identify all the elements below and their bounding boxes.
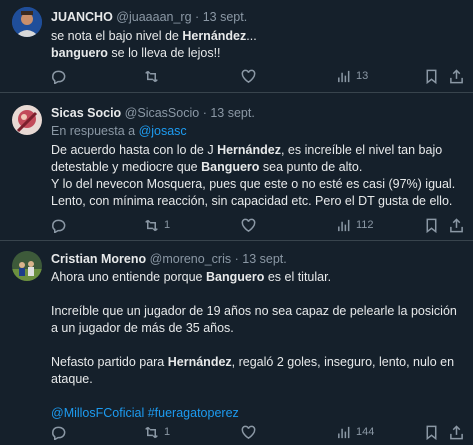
retweet-button[interactable]: 1 xyxy=(144,423,170,441)
text-segment: , es increíble el nivel tan bajo xyxy=(280,143,443,157)
reply-button[interactable] xyxy=(51,67,71,85)
bookmark-icon xyxy=(426,425,437,440)
highlight-text: Hernández xyxy=(217,143,281,157)
text-segment: es el titular. xyxy=(264,270,332,284)
timestamp[interactable]: 13 sept. xyxy=(210,106,254,120)
avatar[interactable] xyxy=(12,7,42,37)
share-button[interactable] xyxy=(449,67,464,85)
tweet-feed: JUANCHO @juaaaan_rg · 13 sept. se nota e… xyxy=(0,0,473,445)
reply-button[interactable] xyxy=(51,423,71,441)
tweet-text: Ahora uno entiende porque Banguero es el… xyxy=(51,269,465,422)
bookmark-button[interactable] xyxy=(424,423,439,441)
text-paragraph: Increíble que un jugador de 19 años no s… xyxy=(51,304,457,335)
views-icon xyxy=(338,219,350,231)
display-name[interactable]: Cristian Moreno xyxy=(51,252,146,266)
retweet-icon xyxy=(145,70,158,82)
text-segment: Nefasto partido para xyxy=(51,355,168,369)
views-count: 112 xyxy=(356,219,374,231)
display-name[interactable]: JUANCHO xyxy=(51,10,113,24)
tweet-actions: 1 144 xyxy=(51,423,465,441)
reply-label: En respuesta a xyxy=(51,124,139,138)
bookmark-button[interactable] xyxy=(424,216,439,234)
separator-dot: · xyxy=(202,106,207,120)
tweet-cristian-moreno[interactable]: Cristian Moreno @moreno_cris · 13 sept. … xyxy=(0,241,473,445)
share-button[interactable] xyxy=(449,216,464,234)
highlight-text: Hernández xyxy=(182,29,247,43)
tweet-actions: 13 xyxy=(51,67,465,85)
share-button[interactable] xyxy=(449,423,464,441)
retweet-icon xyxy=(145,219,158,231)
display-name[interactable]: Sicas Socio xyxy=(51,106,121,120)
avatar[interactable] xyxy=(12,105,42,135)
views-button[interactable]: 112 xyxy=(336,216,374,234)
share-icon xyxy=(450,424,463,439)
views-icon xyxy=(338,70,350,82)
avatar[interactable] xyxy=(12,251,42,281)
text-segment: se lo lleva de lejos!! xyxy=(107,46,221,60)
retweet-count: 1 xyxy=(164,426,171,438)
text-segment: detestable y mediocre que xyxy=(51,160,202,174)
tweet-header: JUANCHO @juaaaan_rg · 13 sept. xyxy=(51,10,247,25)
text-segment: sea punto de alto. xyxy=(259,160,363,174)
highlight-text: banguero xyxy=(51,46,108,60)
tweet-text: De acuerdo hasta con lo de J Hernández, … xyxy=(51,142,465,210)
share-icon xyxy=(450,217,463,232)
views-icon xyxy=(338,426,350,438)
like-button[interactable] xyxy=(241,423,261,441)
reply-icon xyxy=(52,426,66,440)
mentions-hashtags[interactable]: @MillosFCoficial #fueragatoperez xyxy=(51,405,465,422)
text-segment: ... xyxy=(246,29,257,43)
user-handle[interactable]: @juaaaan_rg xyxy=(116,10,191,24)
text-line: Y lo del nevecon Mosquera, pues que este… xyxy=(51,177,456,191)
text-segment: Ahora uno entiende porque xyxy=(51,270,206,284)
retweet-count: 1 xyxy=(164,219,171,231)
user-handle[interactable]: @SicasSocio xyxy=(125,106,200,120)
like-button[interactable] xyxy=(241,67,261,85)
like-icon xyxy=(241,218,256,232)
text-segment: se nota el bajo nivel de xyxy=(51,29,183,43)
retweet-button[interactable]: 1 xyxy=(144,216,170,234)
bookmark-icon xyxy=(426,69,437,84)
retweet-icon xyxy=(145,426,158,438)
highlight-text: Banguero xyxy=(201,160,260,174)
user-handle[interactable]: @moreno_cris xyxy=(150,252,231,266)
highlight-text: Hernández xyxy=(167,355,232,369)
highlight-text: Banguero xyxy=(206,270,265,284)
tweet-juancho[interactable]: JUANCHO @juaaaan_rg · 13 sept. se nota e… xyxy=(0,0,473,92)
views-button[interactable]: 13 xyxy=(336,67,368,85)
separator-dot: · xyxy=(234,252,239,266)
reply-context: En respuesta a @josasc xyxy=(51,123,465,140)
separator-dot: · xyxy=(195,10,200,24)
like-icon xyxy=(241,425,256,439)
tweet-header: Sicas Socio @SicasSocio · 13 sept. xyxy=(51,106,255,121)
share-icon xyxy=(450,68,463,83)
reply-icon xyxy=(52,70,66,84)
text-segment: De acuerdo hasta con lo de J xyxy=(51,143,218,157)
views-count: 13 xyxy=(356,70,369,82)
tweet-sicas-socio[interactable]: Sicas Socio @SicasSocio · 13 sept. En re… xyxy=(0,93,473,240)
reply-handle-link[interactable]: @josasc xyxy=(139,124,187,138)
text-line: Lento, con mínima reacción, sin capacida… xyxy=(51,194,453,208)
reply-icon xyxy=(52,219,66,233)
timestamp[interactable]: 13 sept. xyxy=(203,10,247,24)
bookmark-icon xyxy=(426,218,437,233)
tweet-actions: 1 112 xyxy=(51,216,465,234)
tweet-text: se nota el bajo nivel de Hernández... ba… xyxy=(51,28,465,62)
retweet-button[interactable] xyxy=(144,67,164,85)
views-count: 144 xyxy=(356,426,375,438)
reply-button[interactable] xyxy=(51,216,71,234)
bookmark-button[interactable] xyxy=(424,67,439,85)
timestamp[interactable]: 13 sept. xyxy=(242,252,286,266)
like-icon xyxy=(241,69,256,83)
tweet-header: Cristian Moreno @moreno_cris · 13 sept. xyxy=(51,252,287,267)
views-button[interactable]: 144 xyxy=(336,423,374,441)
like-button[interactable] xyxy=(241,216,261,234)
